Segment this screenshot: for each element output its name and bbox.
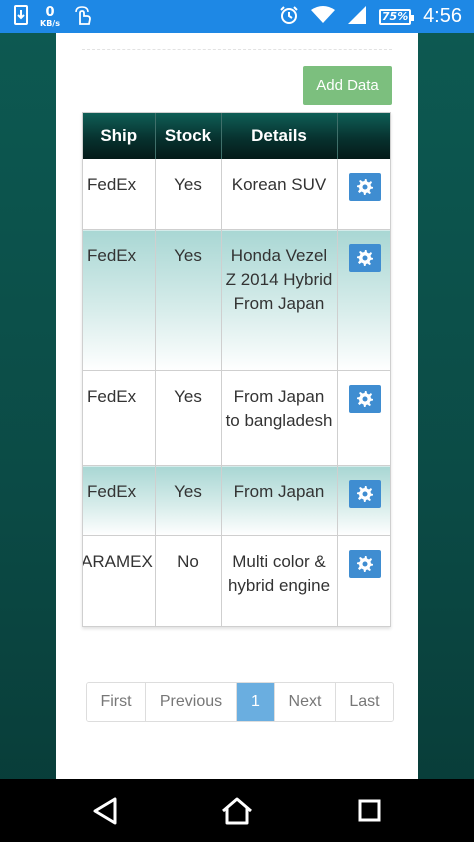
clock: 4:56 [423,5,462,27]
cell-stock: Yes [155,229,222,371]
cell-details: Multi color & hybrid engine [221,535,338,626]
cell-details: Honda Vezel Z 2014 Hybrid From Japan [221,229,338,371]
header-stock[interactable]: Stock [155,113,222,159]
row-settings-button[interactable] [348,244,381,272]
cell-ship: FedEx [83,370,156,466]
cell-action [337,535,390,626]
table-header-row: Ship Stock Details [83,113,390,159]
navigation-bar [0,779,474,842]
status-bar: 0 KB/s 75% 4:56 [0,0,474,33]
gear-icon [356,556,373,572]
recents-icon [358,799,381,822]
gear-icon [356,179,373,195]
table-row: FedEx Yes Honda Vezel Z 2014 Hybrid From… [83,229,390,371]
cell-ship: FedEx [83,159,156,230]
table-row: FedEx Yes From Japan [83,465,390,536]
cell-ship: ARAMEX [83,535,156,626]
page-previous-button[interactable]: Previous [146,683,237,721]
content-card: Add Data Ship Stock Details FedEx Yes Ko… [56,33,418,779]
table-row: FedEx Yes From Japan to bangladesh [83,370,390,466]
cell-stock: Yes [155,159,222,230]
page-last-button[interactable]: Last [336,683,393,721]
row-settings-button[interactable] [348,480,381,508]
cell-stock: Yes [155,370,222,466]
page-first-button[interactable]: First [87,683,146,721]
gear-icon [356,250,373,266]
alarm-icon [279,5,299,29]
cell-details: Korean SUV [221,159,338,230]
cell-action [337,370,390,466]
gear-icon [356,391,373,407]
pagination: First Previous 1 Next Last [86,682,394,722]
row-settings-button[interactable] [348,550,381,578]
battery-icon: 75% [379,8,415,25]
data-table: Ship Stock Details FedEx Yes Korean SUV [82,112,391,627]
cell-ship: FedEx [83,465,156,536]
recents-button[interactable] [349,795,389,827]
network-speed-unit: KB/s [40,18,60,28]
page-1-button[interactable]: 1 [237,683,275,721]
home-button[interactable] [217,795,257,827]
back-button[interactable] [85,795,125,827]
header-details[interactable]: Details [221,113,338,159]
row-settings-button[interactable] [348,385,381,413]
header-action [337,113,390,159]
network-speed: 0 KB/s [40,6,60,28]
cell-stock: Yes [155,465,222,536]
network-speed-value: 0 [45,4,55,20]
back-icon [93,797,117,825]
gear-icon [356,486,373,502]
cell-stock: No [155,535,222,626]
divider [82,49,392,50]
row-settings-button[interactable] [348,173,381,201]
table-row: ARAMEX No Multi color & hybrid engine [83,535,390,626]
cell-ship: FedEx [83,229,156,371]
header-ship[interactable]: Ship [83,113,156,159]
table-row: FedEx Yes Korean SUV [83,159,390,230]
cell-action [337,229,390,371]
add-data-button[interactable]: Add Data [303,66,392,105]
wifi-icon [311,5,336,28]
signal-icon [347,5,367,29]
page-next-button[interactable]: Next [275,683,336,721]
touch-gesture-icon [72,4,92,30]
cell-action [337,159,390,230]
home-icon [222,797,252,825]
battery-percent: 75% [381,10,409,23]
cell-details: From Japan to bangladesh [221,370,338,466]
sim-download-icon [14,4,28,29]
cell-action [337,465,390,536]
cell-details: From Japan [221,465,338,536]
